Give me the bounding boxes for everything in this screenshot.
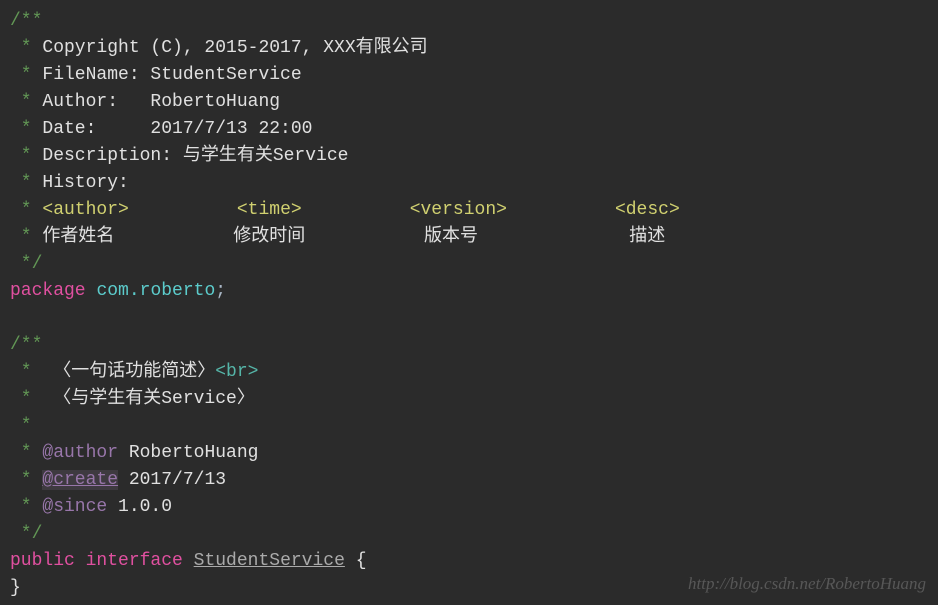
spacer — [302, 200, 410, 220]
comment-open: /** — [10, 335, 42, 355]
comment-star: * — [10, 389, 53, 409]
public-keyword: public — [10, 551, 75, 571]
copyright-line: * Copyright (C), 2015-2017, XXX有限公司 — [10, 35, 928, 62]
doc-author-line: * @author RobertoHuang — [10, 440, 928, 467]
spacer — [75, 551, 86, 571]
comment-star: * — [10, 92, 42, 112]
history-header-line: * <author> <time> <version> <desc> — [10, 197, 928, 224]
detail-line: * 〈与学生有关Service〉 — [10, 386, 928, 413]
blank-line — [10, 305, 928, 332]
history-text: History: — [42, 173, 128, 193]
comment-star: * — [10, 146, 42, 166]
date-line: * Date: 2017/7/13 22:00 — [10, 116, 928, 143]
create-doc-tag: @create — [42, 470, 118, 490]
comment-star: * — [10, 200, 42, 220]
doc-since-line: * @since 1.0.0 — [10, 494, 928, 521]
summary-line: * 〈一句话功能简述〉<br> — [10, 359, 928, 386]
description-line: * Description: 与学生有关Service — [10, 143, 928, 170]
watermark-text: http://blog.csdn.net/RobertoHuang — [688, 570, 926, 597]
create-value: 2017/7/13 — [118, 470, 226, 490]
since-value: 1.0.0 — [107, 497, 172, 517]
history-line: * History: — [10, 170, 928, 197]
comment-star: * — [10, 227, 42, 247]
copyright-text: Copyright (C), 2015-2017, XXX有限公司 — [42, 38, 427, 58]
comment-star: * — [10, 443, 42, 463]
filename-line: * FileName: StudentService — [10, 62, 928, 89]
comment-star: * — [10, 38, 42, 58]
comment-star: * — [10, 119, 42, 139]
desc-tag: <desc> — [615, 200, 680, 220]
interface-keyword: interface — [86, 551, 183, 571]
comment-star: * — [10, 497, 42, 517]
doc-create-line: * @create 2017/7/13 — [10, 467, 928, 494]
close-brace: } — [10, 578, 21, 598]
comment-star: * — [10, 470, 42, 490]
javadoc-start: /** — [10, 332, 928, 359]
package-keyword: package — [10, 281, 86, 301]
description-text: Description: 与学生有关Service — [42, 146, 348, 166]
code-editor[interactable]: /** * Copyright (C), 2015-2017, XXX有限公司 … — [10, 8, 928, 602]
spacer — [129, 200, 237, 220]
comment-star: * — [10, 362, 53, 382]
comment-open: /** — [10, 11, 42, 31]
date-text: Date: 2017/7/13 22:00 — [42, 119, 312, 139]
package-line: package com.roberto; — [10, 278, 928, 305]
author-value: RobertoHuang — [118, 443, 258, 463]
comment-block-start: /** — [10, 8, 928, 35]
comment-star: * — [10, 65, 42, 85]
version-tag: <version> — [410, 200, 507, 220]
author-line: * Author: RobertoHuang — [10, 89, 928, 116]
author-text: Author: RobertoHuang — [42, 92, 280, 112]
history-row-line: * 作者姓名 修改时间 版本号 描述 — [10, 224, 928, 251]
package-path: com.roberto — [96, 281, 215, 301]
comment-star: * — [10, 173, 42, 193]
javadoc-end: */ — [10, 521, 928, 548]
since-doc-tag: @since — [42, 497, 107, 517]
summary-text: 〈一句话功能简述〉 — [53, 362, 215, 382]
comment-star: * — [10, 416, 32, 436]
filename-text: FileName: StudentService — [42, 65, 301, 85]
open-brace: { — [356, 551, 367, 571]
comment-block-end: */ — [10, 251, 928, 278]
comment-close: */ — [10, 254, 42, 274]
history-row-text: 作者姓名 修改时间 版本号 描述 — [42, 227, 665, 247]
spacer — [86, 281, 97, 301]
semicolon: ; — [215, 281, 226, 301]
spacer — [507, 200, 615, 220]
br-tag: <br> — [215, 362, 258, 382]
spacer — [183, 551, 194, 571]
author-doc-tag: @author — [42, 443, 118, 463]
comment-close: */ — [10, 524, 42, 544]
detail-text: 〈与学生有关Service〉 — [53, 389, 255, 409]
interface-name: StudentService — [194, 551, 345, 571]
spacer — [345, 551, 356, 571]
empty-comment-line: * — [10, 413, 928, 440]
time-tag: <time> — [237, 200, 302, 220]
author-tag: <author> — [42, 200, 128, 220]
